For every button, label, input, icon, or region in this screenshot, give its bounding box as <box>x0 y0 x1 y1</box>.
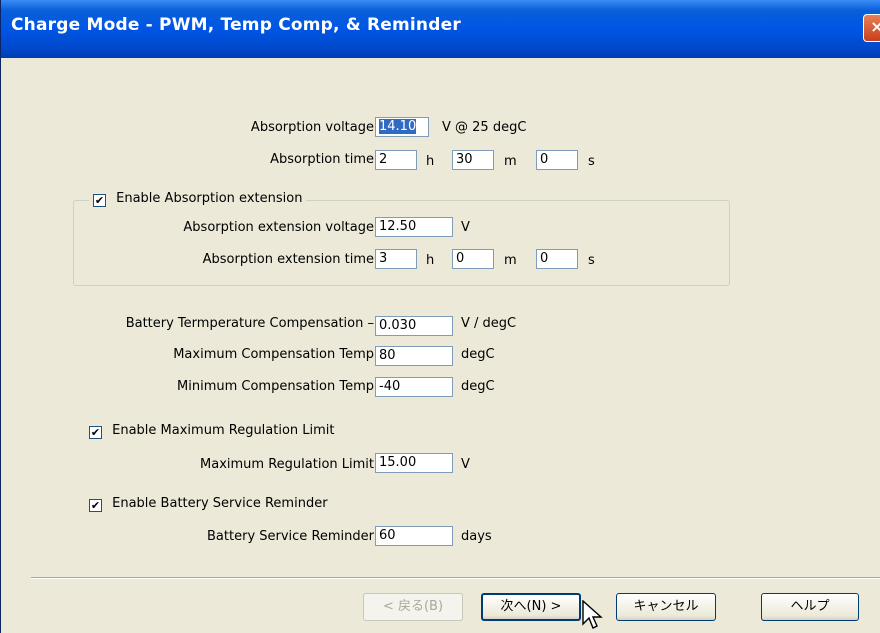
reminder-input[interactable]: 60 <box>375 526 453 546</box>
button-separator <box>31 577 880 579</box>
regulation-enable-label: Enable Maximum Regulation Limit <box>112 423 335 438</box>
max-comp-temp-input[interactable]: 80 <box>375 346 453 366</box>
extension-enable-label: Enable Absorption extension <box>116 191 303 206</box>
temp-comp-input[interactable]: 0.030 <box>375 316 453 336</box>
temp-comp-unit: V / degC <box>461 316 517 331</box>
regulation-limit-input[interactable]: 15.00 <box>375 453 453 473</box>
reminder-enable-checkbox[interactable]: ✔ <box>89 499 102 512</box>
next-button[interactable]: 次へ(N) > <box>481 593 581 621</box>
absorption-minutes-input[interactable]: 30 <box>452 150 494 170</box>
absorption-extension-group <box>73 200 730 286</box>
window-title: Charge Mode - PWM, Temp Comp, & Reminder <box>11 15 461 35</box>
extension-time-label: Absorption extension time <box>202 252 374 267</box>
absorption-seconds-input[interactable]: 0 <box>536 150 578 170</box>
cancel-button[interactable]: キャンセル <box>616 593 716 621</box>
regulation-limit-unit: V <box>461 457 470 472</box>
temp-comp-label: Battery Termperature Compensation – <box>125 316 374 331</box>
min-comp-temp-unit: degC <box>461 379 495 394</box>
extension-hours-unit: h <box>426 253 435 268</box>
extension-enable-row[interactable]: ✔ Enable Absorption extension <box>89 191 307 207</box>
min-comp-temp-label: Minimum Compensation Temp <box>177 379 374 394</box>
reminder-enable-label: Enable Battery Service Reminder <box>112 496 328 511</box>
mouse-pointer-icon <box>582 600 603 629</box>
min-comp-temp-input[interactable]: -40 <box>375 377 453 397</box>
extension-hours-input[interactable]: 3 <box>375 249 417 269</box>
title-bar[interactable]: Charge Mode - PWM, Temp Comp, & Reminder… <box>1 0 880 58</box>
back-button[interactable]: < 戻る(B) <box>363 593 463 621</box>
max-comp-temp-unit: degC <box>461 347 495 362</box>
regulation-limit-label: Maximum Regulation Limit <box>200 457 374 472</box>
extension-enable-checkbox[interactable]: ✔ <box>93 194 106 207</box>
absorption-hours-unit: h <box>426 154 435 169</box>
absorption-voltage-label: Absorption voltage <box>250 120 374 135</box>
absorption-hours-input[interactable]: 2 <box>375 150 417 170</box>
extension-minutes-unit: m <box>504 253 517 268</box>
help-button[interactable]: ヘルプ <box>761 593 859 621</box>
extension-voltage-input[interactable]: 12.50 <box>375 217 453 237</box>
regulation-enable-row[interactable]: ✔ Enable Maximum Regulation Limit <box>89 423 335 439</box>
absorption-voltage-input[interactable]: 14.10 <box>375 117 429 137</box>
reminder-label: Battery Service Reminder <box>207 529 374 544</box>
close-icon[interactable]: × <box>863 14 880 42</box>
extension-voltage-label: Absorption extension voltage <box>183 220 374 235</box>
reminder-enable-row[interactable]: ✔ Enable Battery Service Reminder <box>89 496 328 512</box>
extension-seconds-unit: s <box>588 253 595 268</box>
dialog-window: Charge Mode - PWM, Temp Comp, & Reminder… <box>0 0 880 633</box>
absorption-voltage-unit: V @ 25 degC <box>442 120 527 135</box>
extension-seconds-input[interactable]: 0 <box>536 249 578 269</box>
reminder-unit: days <box>461 529 492 544</box>
extension-voltage-unit: V <box>461 220 470 235</box>
absorption-seconds-unit: s <box>588 154 595 169</box>
regulation-enable-checkbox[interactable]: ✔ <box>89 426 102 439</box>
absorption-time-label: Absorption time <box>270 152 374 167</box>
absorption-minutes-unit: m <box>504 154 517 169</box>
extension-minutes-input[interactable]: 0 <box>452 249 494 269</box>
max-comp-temp-label: Maximum Compensation Temp <box>173 347 374 362</box>
